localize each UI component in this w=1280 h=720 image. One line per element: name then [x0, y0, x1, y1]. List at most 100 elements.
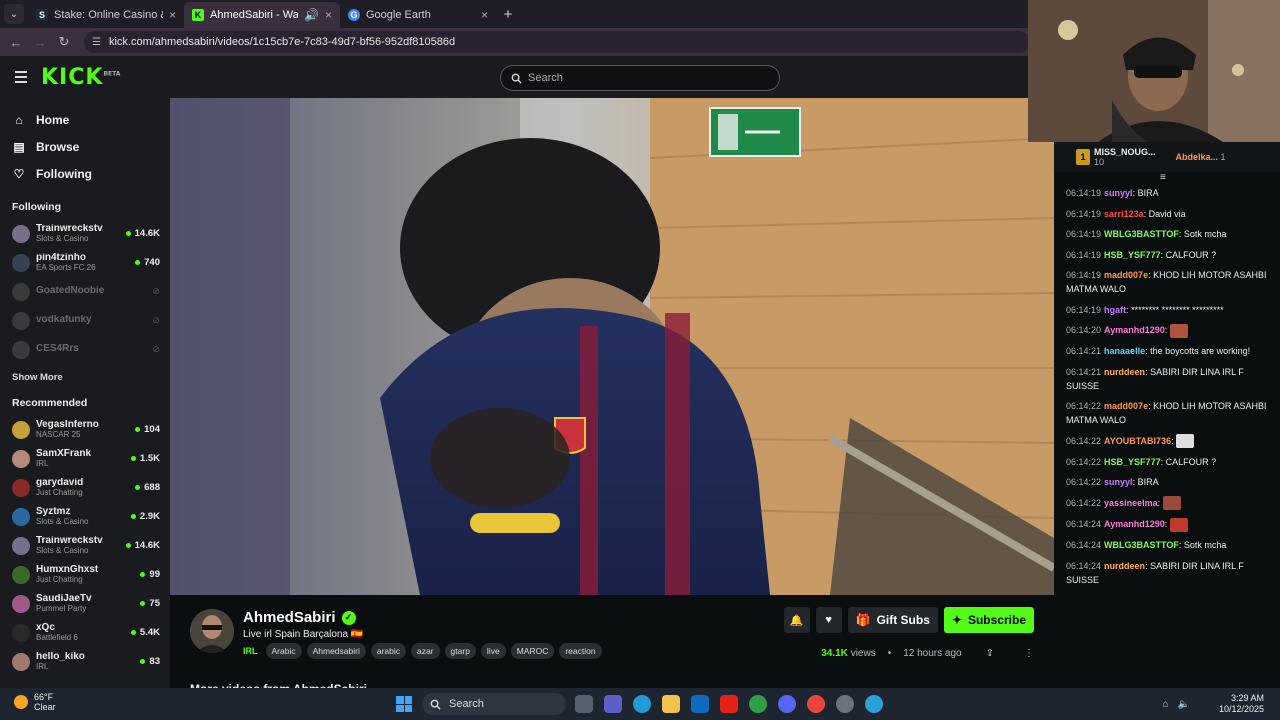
- message-username[interactable]: WBLG3BASTTOF: [1104, 540, 1179, 550]
- leaderboard-entry[interactable]: Abdelka... 1: [1176, 152, 1226, 162]
- channel-item[interactable]: xQc Battlefield 6 5.4K: [0, 618, 170, 647]
- message-username[interactable]: HSB_YSF777: [1104, 457, 1161, 467]
- discord-icon[interactable]: [778, 695, 796, 713]
- tag[interactable]: arabic: [370, 643, 406, 659]
- url-input[interactable]: ☰ kick.com/ahmedsabiri/videos/1c15cb7e-7…: [84, 31, 1030, 53]
- settings-icon[interactable]: [836, 695, 854, 713]
- subscribe-button[interactable]: ✦ Subscribe: [943, 607, 1034, 633]
- chat-message: 06:14:22 yassineelma:: [1066, 496, 1276, 511]
- tag[interactable]: gtarp: [444, 643, 476, 659]
- reload-icon[interactable]: ↻: [52, 34, 76, 50]
- task-view-icon[interactable]: [575, 695, 593, 713]
- message-time: 06:14:22: [1066, 456, 1102, 467]
- message-username[interactable]: sunyyl: [1104, 477, 1133, 487]
- telegram-icon[interactable]: [865, 695, 883, 713]
- message-username[interactable]: madd007e: [1104, 401, 1148, 411]
- close-icon[interactable]: ×: [481, 8, 488, 22]
- channel-item[interactable]: Trainwreckstv Slots & Casino 14.6K: [0, 219, 170, 248]
- channel-item[interactable]: HumxnGhxst Just Chatting 99: [0, 560, 170, 589]
- more-options-icon[interactable]: ⋮: [1024, 648, 1034, 659]
- channel-item[interactable]: pin4tzinho EA Sports FC 26 740: [0, 248, 170, 277]
- channel-item[interactable]: Syztmz Slots & Casino 2.9K: [0, 502, 170, 531]
- chrome-icon[interactable]: [807, 695, 825, 713]
- viewer-count: 1.5K: [130, 453, 160, 464]
- message-username[interactable]: HSB_YSF777: [1104, 250, 1161, 260]
- start-button[interactable]: [396, 696, 412, 712]
- channel-item[interactable]: VegasInferno NASCAR 25 104: [0, 415, 170, 444]
- leader-name: MISS_NOUG...: [1094, 147, 1156, 157]
- message-username[interactable]: hanaaelle: [1104, 346, 1145, 356]
- taskbar-search[interactable]: Search: [422, 693, 566, 715]
- new-tab-button[interactable]: +: [496, 6, 520, 23]
- message-username[interactable]: Aymanhd1290: [1104, 325, 1165, 335]
- streamer-name[interactable]: AhmedSabiri ✓: [243, 609, 356, 626]
- channel-item[interactable]: hello_kiko IRL 83: [0, 647, 170, 676]
- channel-item[interactable]: SaudiJaeTv Pummel Party 75: [0, 589, 170, 618]
- message-username[interactable]: Aymanhd1290: [1104, 519, 1165, 529]
- back-icon[interactable]: ←: [4, 35, 28, 50]
- tag[interactable]: Arabic: [265, 643, 302, 659]
- tag[interactable]: MAROC: [510, 643, 555, 659]
- speaker-icon[interactable]: 🔊: [304, 8, 319, 22]
- viewer-count: 99: [140, 569, 160, 580]
- show-more-button[interactable]: Show More: [0, 372, 170, 383]
- notification-bell-button[interactable]: 🔔: [783, 607, 810, 633]
- share-icon[interactable]: ⇪: [986, 648, 994, 659]
- site-info-icon[interactable]: ☰: [92, 37, 101, 48]
- tab-search-button[interactable]: ⌄: [4, 4, 24, 24]
- nav-home[interactable]: ⌂ Home: [0, 107, 170, 133]
- chat-message: 06:14:24 nurddeen: SABIRI DIR LINA IRL F …: [1066, 559, 1276, 587]
- message-username[interactable]: sunyyl: [1104, 188, 1133, 198]
- message-username[interactable]: nurddeen: [1104, 561, 1145, 571]
- nav-following[interactable]: ♡ Following: [0, 161, 170, 187]
- search-input[interactable]: Search: [500, 65, 780, 91]
- channel-item[interactable]: Trainwreckstv Slots & Casino 14.6K: [0, 531, 170, 560]
- message-text: ******** ******** *********: [1131, 304, 1224, 315]
- follow-button[interactable]: ♥: [815, 607, 842, 633]
- tag[interactable]: reaction: [559, 643, 602, 659]
- channel-item[interactable]: vodkafunky ⊘: [0, 306, 170, 335]
- outlook-icon[interactable]: [691, 695, 709, 713]
- weather-widget[interactable]: 66°F Clear: [14, 692, 56, 712]
- video-player[interactable]: [170, 98, 1054, 595]
- forward-icon[interactable]: →: [28, 35, 52, 50]
- channel-item[interactable]: garydavid Just Chatting 688: [0, 473, 170, 502]
- message-username[interactable]: madd007e: [1104, 270, 1148, 280]
- close-icon[interactable]: ×: [169, 8, 176, 22]
- tab-google-earth[interactable]: G Google Earth ×: [340, 2, 496, 28]
- tag[interactable]: azar: [411, 643, 440, 659]
- message-username[interactable]: AYOUBTABI736: [1104, 436, 1171, 446]
- streamer-avatar[interactable]: [190, 609, 234, 653]
- kick-logo[interactable]: KICKBETA: [41, 65, 120, 90]
- channel-category: IRL: [36, 661, 49, 671]
- channel-item[interactable]: CES4Rrs ⊘: [0, 335, 170, 364]
- xbox-icon[interactable]: [749, 695, 767, 713]
- menu-icon[interactable]: [15, 68, 27, 86]
- edge-icon[interactable]: [633, 695, 651, 713]
- clock[interactable]: 3:29 AM 10/12/2025: [1219, 693, 1264, 715]
- gift-subs-button[interactable]: 🎁 Gift Subs: [847, 607, 938, 633]
- message-username[interactable]: hgaft: [1104, 305, 1126, 315]
- tag[interactable]: live: [480, 643, 506, 659]
- message-username[interactable]: nurddeen: [1104, 367, 1145, 377]
- volume-icon[interactable]: 🔈: [1178, 699, 1190, 710]
- channel-category: Slots & Casino: [36, 233, 89, 243]
- chat-filter-icon[interactable]: ≡: [1160, 172, 1166, 183]
- weather-moon-icon: [14, 695, 28, 709]
- channel-item[interactable]: SamXFrank IRL 1.5K: [0, 444, 170, 473]
- file-explorer-icon[interactable]: [662, 695, 680, 713]
- nav-browse[interactable]: ▤ Browse: [0, 134, 170, 160]
- category-link[interactable]: IRL: [243, 646, 258, 656]
- message-username[interactable]: sarri123a: [1104, 209, 1144, 219]
- network-icon[interactable]: ⌂: [1163, 699, 1169, 710]
- teams-icon[interactable]: [604, 695, 622, 713]
- message-username[interactable]: yassineelma: [1104, 498, 1158, 508]
- youtube-icon[interactable]: [720, 695, 738, 713]
- channel-item[interactable]: GoatedNoobie ⊘: [0, 277, 170, 306]
- tag[interactable]: Ahmedsabiri: [306, 643, 366, 659]
- tab-ahmedsabiri[interactable]: K AhmedSabiri - Watch the V 🔊 ×: [184, 2, 340, 28]
- tab-stake[interactable]: S Stake: Online Casino & Sports ×: [28, 2, 184, 28]
- message-username[interactable]: WBLG3BASTTOF: [1104, 229, 1179, 239]
- leaderboard-entry[interactable]: MISS_NOUG... 10: [1094, 147, 1156, 167]
- close-icon[interactable]: ×: [325, 8, 332, 22]
